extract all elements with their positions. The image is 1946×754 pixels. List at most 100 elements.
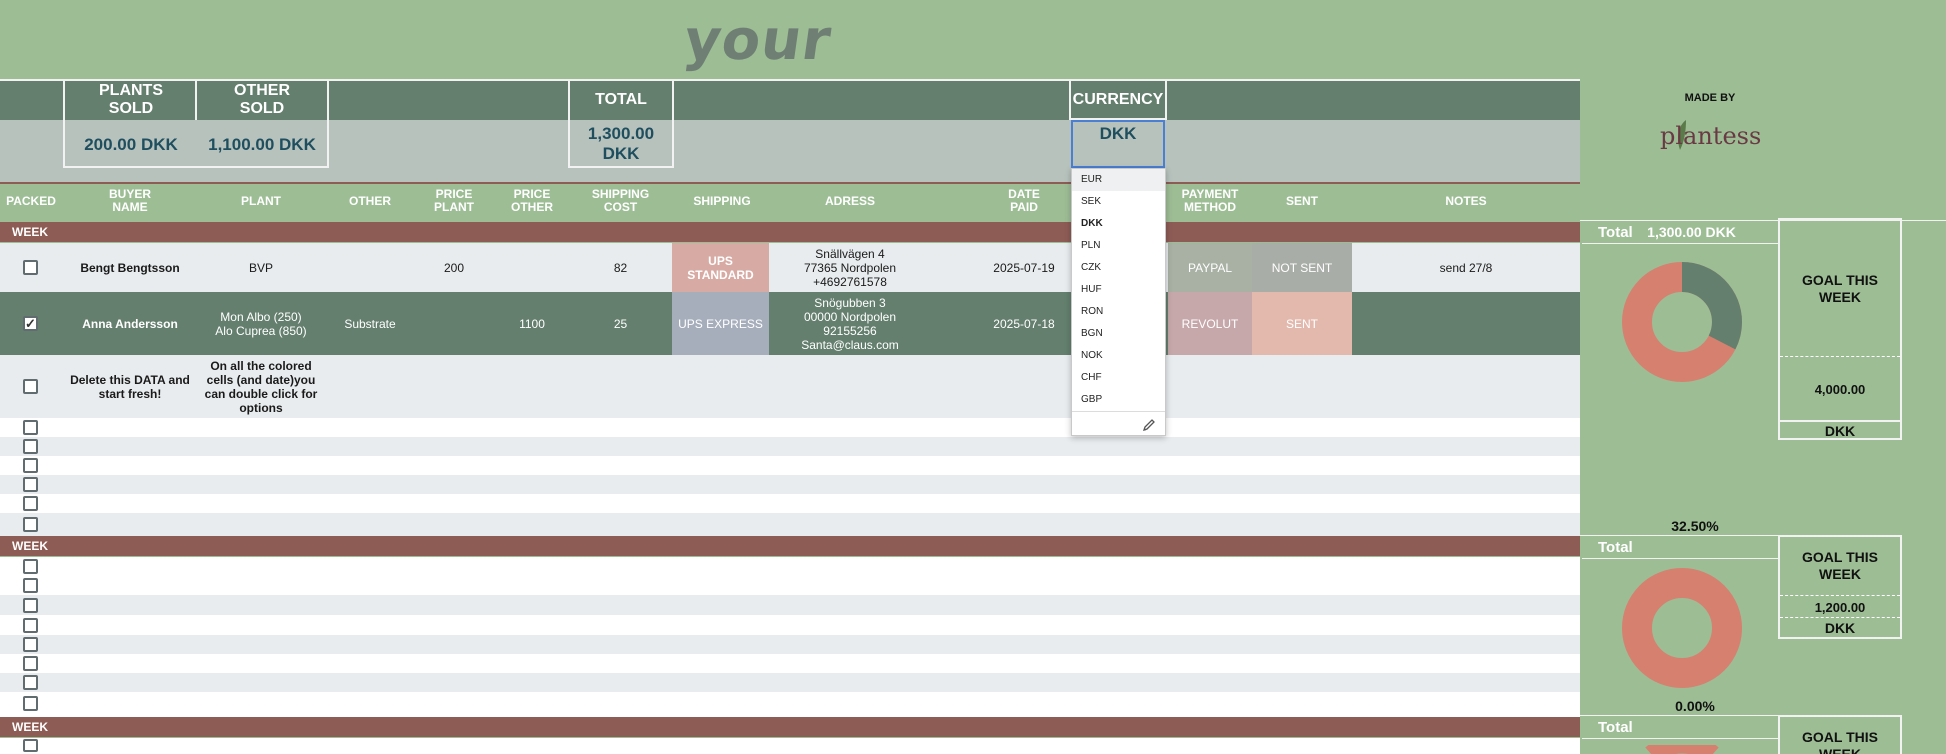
- packed-checkbox[interactable]: [23, 696, 38, 711]
- currency-option-nok[interactable]: NOK: [1072, 345, 1165, 367]
- donut-percent: 32.50%: [1671, 518, 1719, 534]
- packed-checkbox[interactable]: [23, 379, 38, 394]
- buyer-name-cell[interactable]: Delete this DATA and start fresh!: [62, 355, 198, 418]
- currency-option-huf[interactable]: HUF: [1072, 279, 1165, 301]
- packed-checkbox[interactable]: [23, 458, 38, 473]
- packed-checkbox[interactable]: [23, 739, 38, 752]
- week-total-line: [1580, 715, 1778, 716]
- adress-line: Snällvägen 4: [815, 246, 885, 261]
- week-total: Total: [1598, 719, 1778, 737]
- progress-donut: [1622, 568, 1742, 688]
- currency-select-value: DKK: [1099, 124, 1137, 143]
- packed-checkbox[interactable]: ✓: [23, 316, 38, 331]
- week-total-underline: [1582, 558, 1778, 559]
- currency-option-chf[interactable]: CHF: [1072, 367, 1165, 389]
- currency-option-ron[interactable]: RON: [1072, 301, 1165, 323]
- sent-status-pill[interactable]: NOT SENT: [1252, 243, 1352, 292]
- date-paid-cell[interactable]: 2025-07-19: [980, 243, 1068, 292]
- goal-currency: DKK: [1824, 620, 1856, 636]
- col-buyer-name: BUYER NAME: [108, 187, 151, 214]
- table-row: [0, 475, 1580, 494]
- col-notes: NOTES: [1445, 193, 1487, 208]
- progress-donut: [1622, 262, 1742, 382]
- currency-option-pln[interactable]: PLN: [1072, 235, 1165, 257]
- table-row: [0, 513, 1580, 536]
- col-adress: ADRESS: [824, 193, 875, 208]
- adress-line: 00000 Nordpolen: [803, 309, 897, 324]
- currency-option-dkk[interactable]: DKK: [1072, 213, 1165, 235]
- currency-option-eur[interactable]: EUR: [1072, 169, 1165, 191]
- pencil-icon[interactable]: [1141, 417, 1157, 433]
- goal-box: GOAL THIS WEEK 4,000.00 DKK: [1778, 218, 1902, 440]
- shipping-pill[interactable]: UPS STANDARD: [672, 243, 769, 292]
- goal-divider: [1780, 356, 1900, 357]
- currency-option-czk[interactable]: CZK: [1072, 257, 1165, 279]
- price-other-cell[interactable]: 1100: [502, 292, 562, 355]
- col-other: OTHER: [349, 193, 391, 208]
- currency-option-gbp[interactable]: GBP: [1072, 389, 1165, 411]
- packed-checkbox[interactable]: [23, 559, 38, 574]
- table-row: [0, 738, 1580, 754]
- table-row: [0, 615, 1580, 635]
- plants-sold-label: PLANTS SOLD: [99, 82, 163, 117]
- table-row: [0, 557, 1580, 576]
- packed-checkbox[interactable]: [23, 517, 38, 532]
- table-row: [0, 673, 1580, 692]
- buyer-name-cell[interactable]: Anna Andersson: [62, 292, 198, 355]
- plant-cell[interactable]: BVP: [196, 243, 326, 292]
- col-shipping: SHIPPING: [693, 193, 751, 208]
- adress-cell[interactable]: Snögubben 3 00000 Nordpolen 92155256 San…: [770, 292, 930, 355]
- shipping-cost-cell[interactable]: 82: [584, 243, 657, 292]
- goal-value[interactable]: 1,200.00: [1780, 600, 1900, 615]
- adress-cell[interactable]: Snällvägen 4 77365 Nordpolen +4692761578: [770, 243, 930, 292]
- col-shipping-cost: SHIPPING COST: [591, 187, 650, 214]
- notes-cell[interactable]: send 27/8: [1352, 243, 1580, 292]
- goal-title: GOAL THIS WEEK: [1802, 272, 1878, 305]
- goal-currency: DKK: [1824, 423, 1856, 439]
- packed-checkbox[interactable]: [23, 656, 38, 671]
- currency-option-sek[interactable]: SEK: [1072, 191, 1165, 213]
- plant-cell[interactable]: On all the colored cells (and date)you c…: [196, 355, 326, 418]
- shipping-pill[interactable]: UPS EXPRESS: [672, 292, 769, 355]
- col-plant: PLANT: [241, 193, 281, 208]
- col-date-paid: DATE PAID: [1008, 187, 1040, 214]
- packed-checkbox[interactable]: [23, 420, 38, 435]
- plant-cell[interactable]: Mon Albo (250) Alo Cuprea (850): [196, 292, 326, 355]
- week-total-underline: [1582, 243, 1778, 244]
- adress-line: 92155256: [823, 323, 877, 338]
- payment-method-pill[interactable]: PAYPAL: [1168, 243, 1252, 292]
- date-paid-cell[interactable]: 2025-07-18: [980, 292, 1068, 355]
- packed-checkbox[interactable]: [23, 260, 38, 275]
- sent-status-pill[interactable]: SENT: [1252, 292, 1352, 355]
- packed-checkbox[interactable]: [23, 477, 38, 492]
- packed-checkbox[interactable]: [23, 618, 38, 633]
- goal-title: GOAL THIS WEEK: [1802, 549, 1878, 582]
- brand-logo: plantess: [1656, 116, 1766, 156]
- goal-value[interactable]: 4,000.00: [1780, 382, 1900, 397]
- week-total-label: Total: [1598, 224, 1633, 241]
- col-payment-method: PAYMENT METHOD: [1181, 187, 1239, 214]
- week-total-label: Total: [1598, 539, 1633, 556]
- price-plant-cell[interactable]: 200: [424, 243, 484, 292]
- table-row: [0, 654, 1580, 673]
- currency-dropdown: EUR SEK DKK PLN CZK HUF RON BGN NOK CHF GBP: [1071, 168, 1166, 436]
- packed-checkbox[interactable]: [23, 598, 38, 613]
- table-row: [0, 456, 1580, 475]
- packed-checkbox[interactable]: [23, 637, 38, 652]
- week-total-value: 1,300.00 DKK: [1647, 224, 1736, 240]
- other-cell[interactable]: Substrate: [330, 292, 410, 355]
- plant-line: Alo Cuprea (850): [215, 323, 307, 338]
- shipping-cost-cell[interactable]: 25: [584, 292, 657, 355]
- currency-select[interactable]: DKK: [1071, 120, 1165, 168]
- table-row: [0, 692, 1580, 717]
- table-row: [0, 494, 1580, 513]
- dropdown-divider: [1072, 411, 1165, 412]
- currency-option-bgn[interactable]: BGN: [1072, 323, 1165, 345]
- packed-checkbox[interactable]: [23, 496, 38, 511]
- buyer-name-cell[interactable]: Bengt Bengtsson: [62, 243, 198, 292]
- packed-checkbox[interactable]: [23, 578, 38, 593]
- packed-checkbox[interactable]: [23, 439, 38, 454]
- payment-method-pill[interactable]: REVOLUT: [1168, 292, 1252, 355]
- table-row: [0, 595, 1580, 615]
- packed-checkbox[interactable]: [23, 675, 38, 690]
